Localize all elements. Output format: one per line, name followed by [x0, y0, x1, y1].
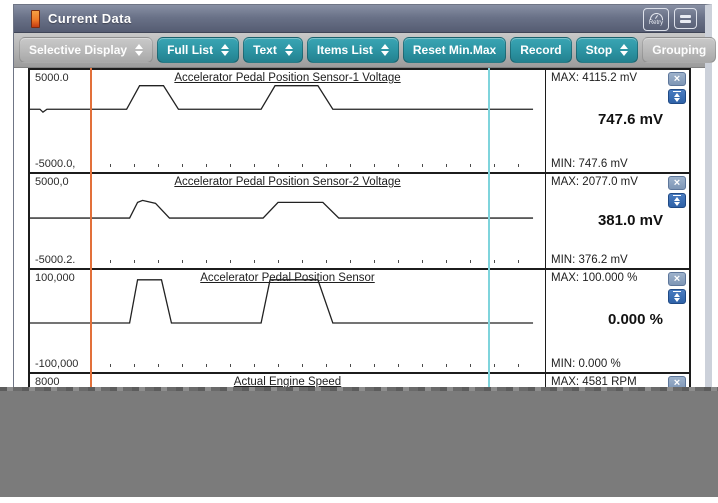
- current-data-icon: [31, 10, 40, 28]
- max-value-label: MAX: 4115.2 mV: [551, 72, 637, 84]
- spinner-icon: [285, 44, 293, 56]
- button-label: Record: [520, 43, 561, 57]
- x-axis-ticks: [110, 364, 533, 367]
- button-label: Full List: [167, 43, 213, 57]
- selective-display-button[interactable]: Selective Display: [19, 37, 153, 63]
- plot-area: 5000,0 -5000.2. Accelerator Pedal Positi…: [30, 174, 545, 268]
- max-value-label: MAX: 2077.0 mV: [551, 176, 638, 188]
- spinner-icon: [221, 44, 229, 56]
- grouping-button[interactable]: Grouping: [642, 37, 716, 63]
- button-label: Selective Display: [29, 43, 127, 57]
- retry-gauge-button[interactable]: Retry: [643, 8, 669, 31]
- x-axis-ticks: [110, 260, 533, 263]
- current-value: 747.6 mV: [598, 111, 663, 128]
- reset-minmax-button[interactable]: Reset Min.Max: [403, 37, 506, 63]
- list-view-button[interactable]: [674, 8, 697, 29]
- close-panel-button[interactable]: ×: [668, 272, 686, 286]
- waveform-line: [30, 200, 533, 218]
- cursor-line-cyan[interactable]: [488, 68, 490, 389]
- button-label: Text: [253, 43, 277, 57]
- current-value: 0.000 %: [608, 311, 663, 328]
- items-list-button[interactable]: Items List: [307, 37, 399, 63]
- graph-area: 5000.0 -5000.0, Accelerator Pedal Positi…: [14, 68, 705, 389]
- max-value-label: MAX: 100.000 %: [551, 272, 637, 284]
- value-panel: MAX: 4115.2 mV 747.6 mV MIN: 747.6 mV ×: [545, 70, 689, 172]
- stop-button[interactable]: Stop: [576, 37, 639, 63]
- page: Current Data Retry Selective Display Ful…: [0, 0, 718, 503]
- min-value-label: MIN: 376.2 mV: [551, 254, 628, 266]
- button-label: Items List: [317, 43, 373, 57]
- plot-area: 5000.0 -5000.0, Accelerator Pedal Positi…: [30, 70, 545, 172]
- current-value: 381.0 mV: [598, 212, 663, 229]
- list-icon: [680, 15, 691, 18]
- text-mode-button[interactable]: Text: [243, 37, 303, 63]
- waveform: [30, 70, 545, 172]
- current-data-window: Current Data Retry Selective Display Ful…: [13, 4, 712, 389]
- spinner-icon: [620, 44, 628, 56]
- min-value-label: MIN: 0.000 %: [551, 358, 621, 370]
- screenshot-cutoff-area: [0, 389, 718, 497]
- waveform-line: [30, 86, 533, 112]
- move-panel-updown-button[interactable]: [668, 289, 686, 304]
- list-icon: [680, 20, 691, 23]
- toolbar: Selective Display Full List Text Items L…: [14, 33, 705, 68]
- gauge-icon: [650, 13, 663, 20]
- graph-panel-aps2-voltage: 5000,0 -5000.2. Accelerator Pedal Positi…: [28, 172, 691, 268]
- spinner-icon: [135, 44, 143, 56]
- button-label: Stop: [586, 43, 613, 57]
- waveform-line: [30, 280, 533, 323]
- cursor-line-orange[interactable]: [90, 68, 92, 389]
- retry-icon-label: Retry: [649, 20, 663, 27]
- waveform: [30, 174, 545, 268]
- button-label: Grouping: [652, 43, 706, 57]
- spinner-icon: [381, 44, 389, 56]
- graph-panel-aps1-voltage: 5000.0 -5000.0, Accelerator Pedal Positi…: [28, 68, 691, 172]
- min-value-label: MIN: 747.6 mV: [551, 158, 628, 170]
- move-panel-updown-button[interactable]: [668, 89, 686, 104]
- record-button[interactable]: Record: [510, 37, 571, 63]
- value-panel: MAX: 2077.0 mV 381.0 mV MIN: 376.2 mV ×: [545, 174, 689, 268]
- x-axis-ticks: [110, 164, 533, 167]
- close-panel-button[interactable]: ×: [668, 176, 686, 190]
- window-title: Current Data: [48, 11, 132, 26]
- graph-panel-aps-percent: 100,000 -100,000 Accelerator Pedal Posit…: [28, 268, 691, 372]
- move-panel-updown-button[interactable]: [668, 193, 686, 208]
- value-panel: MAX: 100.000 % 0.000 % MIN: 0.000 % ×: [545, 270, 689, 372]
- plot-area: 100,000 -100,000 Accelerator Pedal Posit…: [30, 270, 545, 372]
- title-bar: Current Data Retry: [14, 5, 705, 33]
- full-list-button[interactable]: Full List: [157, 37, 239, 63]
- close-panel-button[interactable]: ×: [668, 72, 686, 86]
- waveform: [30, 270, 545, 372]
- button-label: Reset Min.Max: [413, 43, 496, 57]
